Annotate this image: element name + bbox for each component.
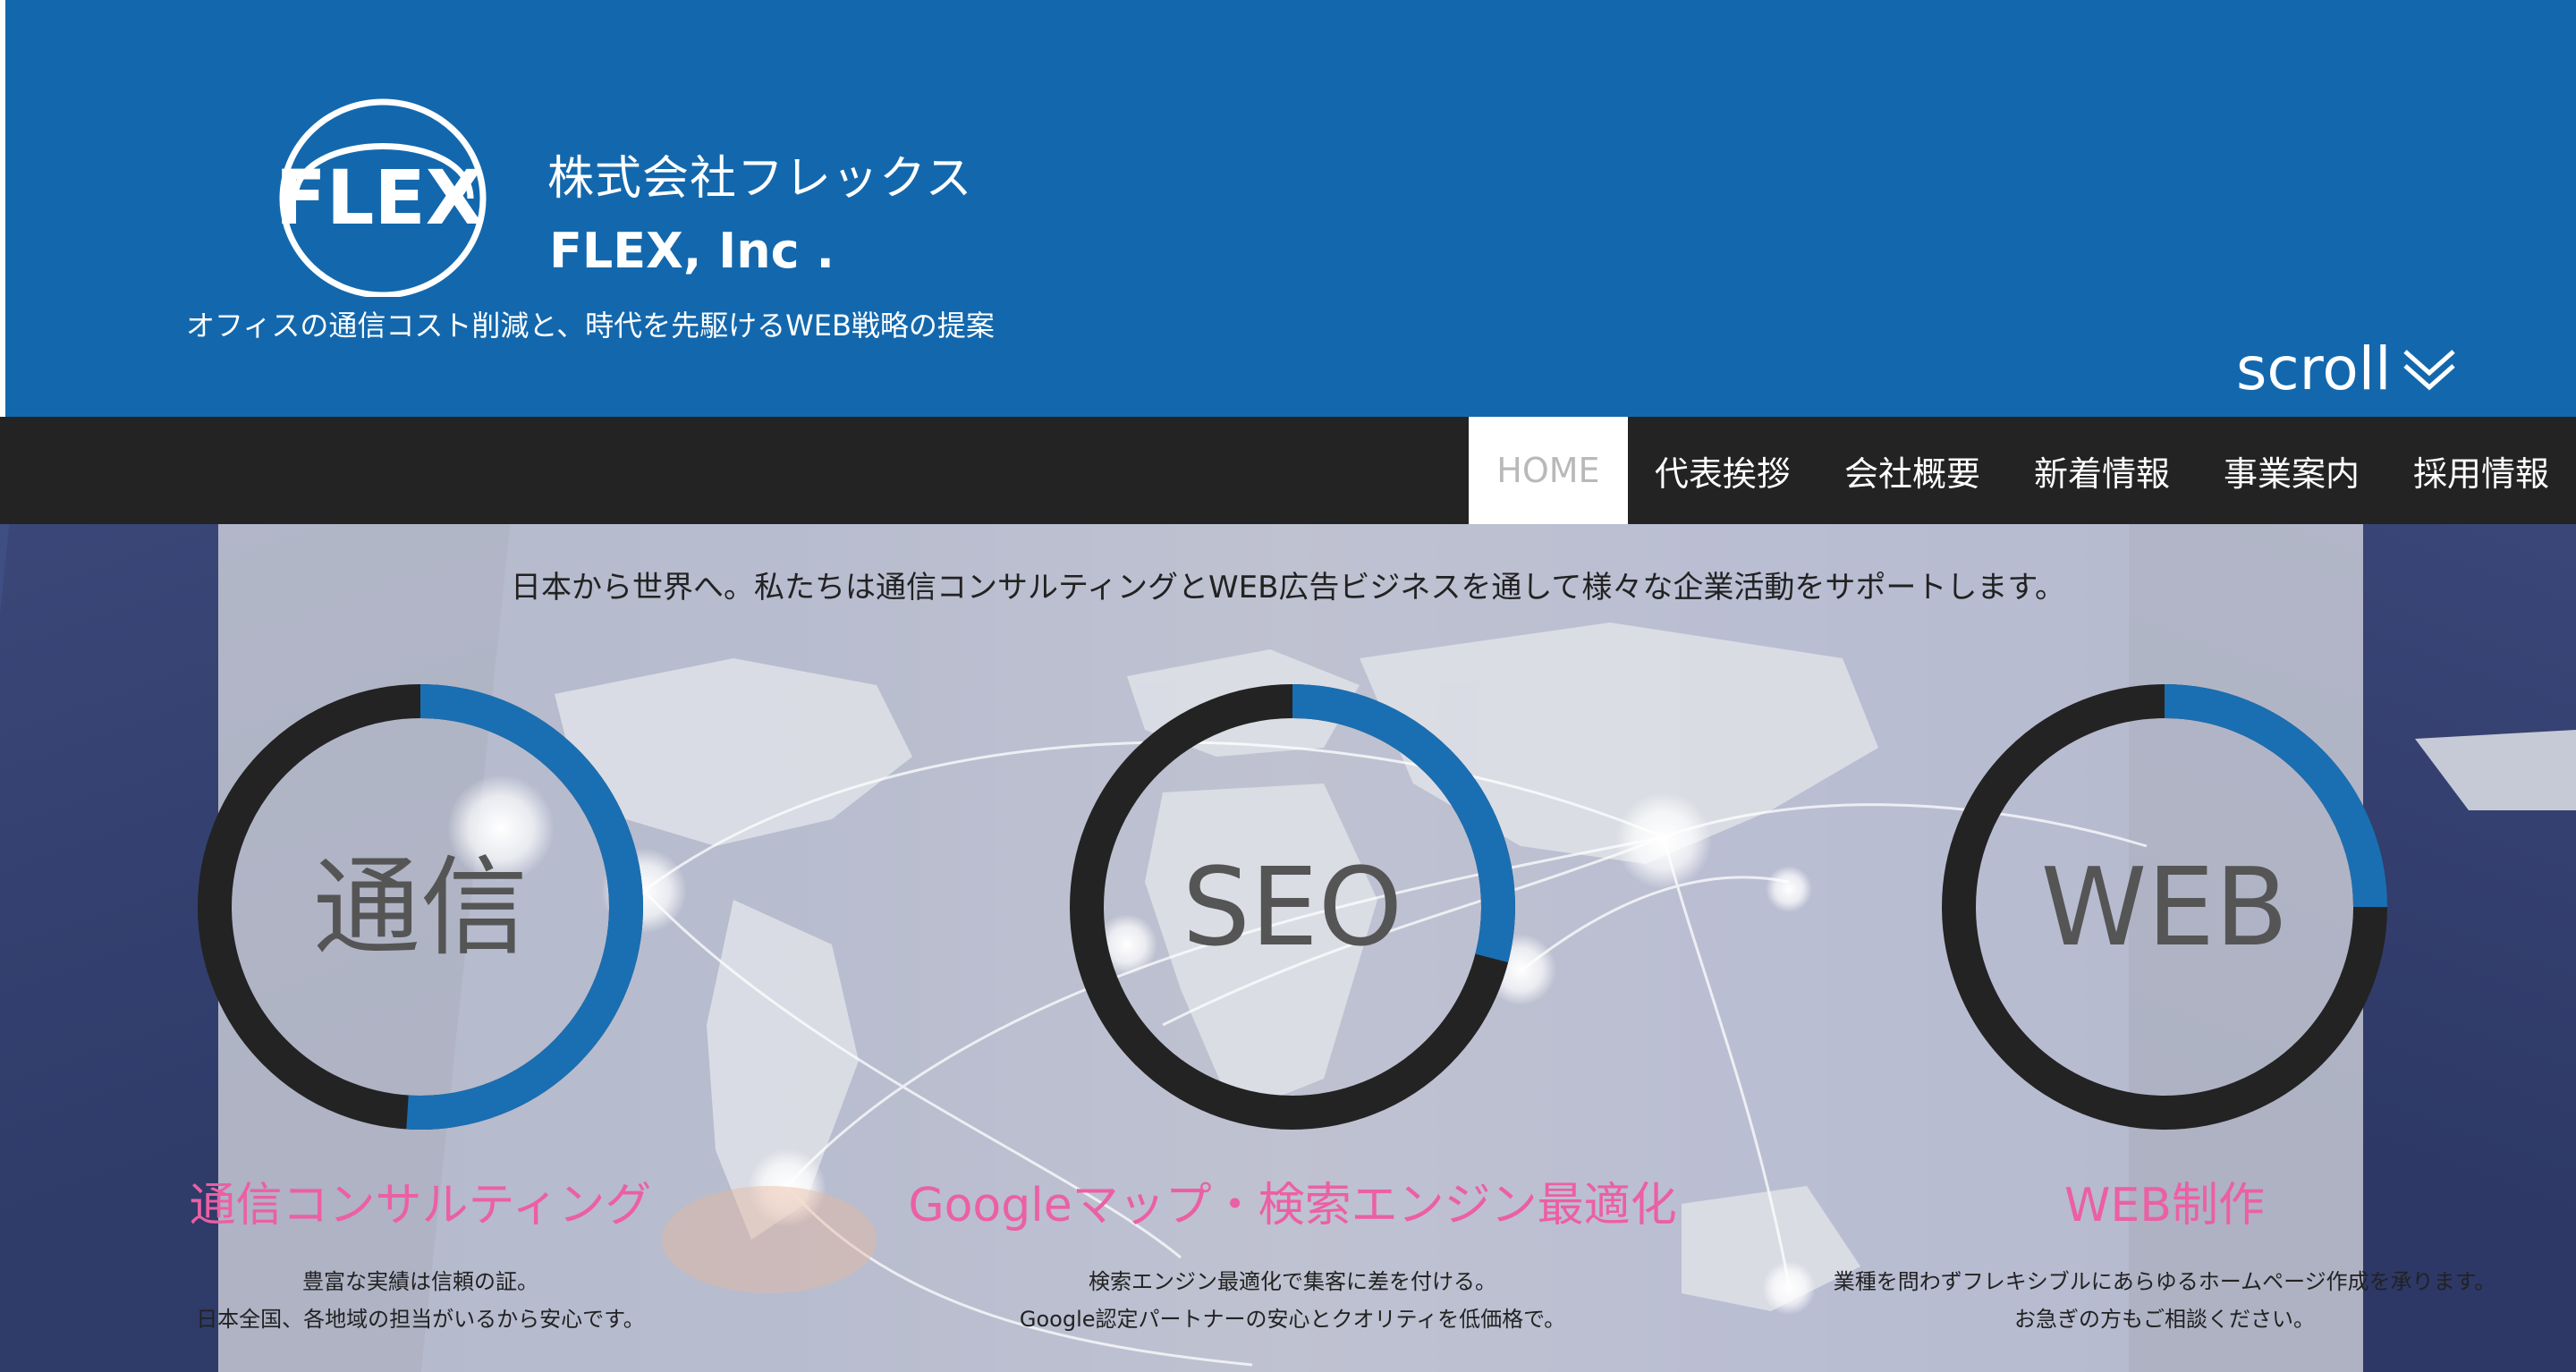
ring-label: 通信 bbox=[313, 846, 528, 970]
scroll-button[interactable]: scroll bbox=[2236, 340, 2457, 399]
company-name-ja: 株式会社フレックス bbox=[547, 152, 973, 206]
company-name-en: FLEX, Inc . bbox=[549, 223, 835, 279]
flex-logo-icon[interactable]: FLEX bbox=[259, 93, 496, 297]
nav-item-business[interactable]: 事業案内 bbox=[2197, 417, 2386, 524]
service-card-seo[interactable]: SEO Googleマップ・検索エンジン最適化 検索エンジン最適化で集客に差を付… bbox=[854, 680, 1731, 1338]
nav-item-recruit[interactable]: 採用情報 bbox=[2386, 417, 2576, 524]
service-desc-line: Google認定パートナーの安心とクオリティを低価格で。 bbox=[1019, 1307, 1566, 1332]
nav-list: HOME 代表挨拶 会社概要 新着情報 事業案内 採用情報 bbox=[1468, 417, 2576, 524]
service-title[interactable]: 通信コンサルティング bbox=[190, 1182, 652, 1229]
service-desc-line: 豊富な実績は信頼の証。 bbox=[301, 1269, 538, 1294]
scroll-label: scroll bbox=[2236, 335, 2392, 403]
ring-label: SEO bbox=[1182, 846, 1402, 970]
double-chevron-down-icon bbox=[2403, 350, 2456, 391]
service-card-telecom[interactable]: 通信 通信コンサルティング 豊富な実績は信頼の証。 日本全国、各地域の担当がいる… bbox=[0, 680, 859, 1338]
hero-section: 日本から世界へ。私たちは通信コンサルティングとWEB広告ビジネスを通して様々な企… bbox=[0, 524, 2576, 1372]
intro-text: 日本から世界へ。私たちは通信コンサルティングとWEB広告ビジネスを通して様々な企… bbox=[511, 570, 2065, 606]
page: FLEX 株式会社フレックス FLEX, Inc . オフィスの通信コスト削減と… bbox=[0, 0, 2576, 1372]
nav-item-home[interactable]: HOME bbox=[1468, 417, 1628, 524]
progress-ring: 通信 bbox=[198, 684, 643, 1130]
nav-item-company[interactable]: 会社概要 bbox=[1818, 417, 2007, 524]
main-nav: HOME 代表挨拶 会社概要 新着情報 事業案内 採用情報 bbox=[0, 417, 2576, 524]
service-desc-line: 日本全国、各地域の担当がいるから安心です。 bbox=[196, 1307, 645, 1332]
ring-label: WEB bbox=[2041, 846, 2289, 970]
progress-ring: SEO bbox=[1070, 684, 1515, 1130]
service-desc-line: 検索エンジン最適化で集客に差を付ける。 bbox=[1088, 1269, 1496, 1294]
service-card-web[interactable]: WEB WEB制作 業種を問わずフレキシブルにあらゆるホームページ作成を承ります… bbox=[1726, 680, 2576, 1338]
site-header: FLEX 株式会社フレックス FLEX, Inc . オフィスの通信コスト削減と… bbox=[0, 0, 2576, 417]
progress-ring: WEB bbox=[1942, 684, 2387, 1130]
nav-item-greeting[interactable]: 代表挨拶 bbox=[1628, 417, 1818, 524]
service-description: 豊富な実績は信頼の証。 日本全国、各地域の担当がいるから安心です。 bbox=[196, 1263, 645, 1338]
service-title[interactable]: Googleマップ・検索エンジン最適化 bbox=[908, 1182, 1676, 1229]
service-description: 検索エンジン最適化で集客に差を付ける。 Google認定パートナーの安心とクオリ… bbox=[1020, 1263, 1565, 1338]
tagline: オフィスの通信コスト削減と、時代を先駆けるWEB戦略の提案 bbox=[186, 309, 995, 343]
service-desc-line: 業種を問わずフレキシブルにあらゆるホームページ作成を承ります。 bbox=[1833, 1269, 2496, 1294]
nav-item-news[interactable]: 新着情報 bbox=[2007, 417, 2197, 524]
service-title[interactable]: WEB制作 bbox=[2064, 1182, 2265, 1229]
service-desc-line: お急ぎの方もご相談ください。 bbox=[2014, 1307, 2315, 1332]
logo-text: FLEX bbox=[275, 154, 483, 241]
service-description: 業種を問わずフレキシブルにあらゆるホームページ作成を承ります。 お急ぎの方もご相… bbox=[1834, 1263, 2496, 1338]
